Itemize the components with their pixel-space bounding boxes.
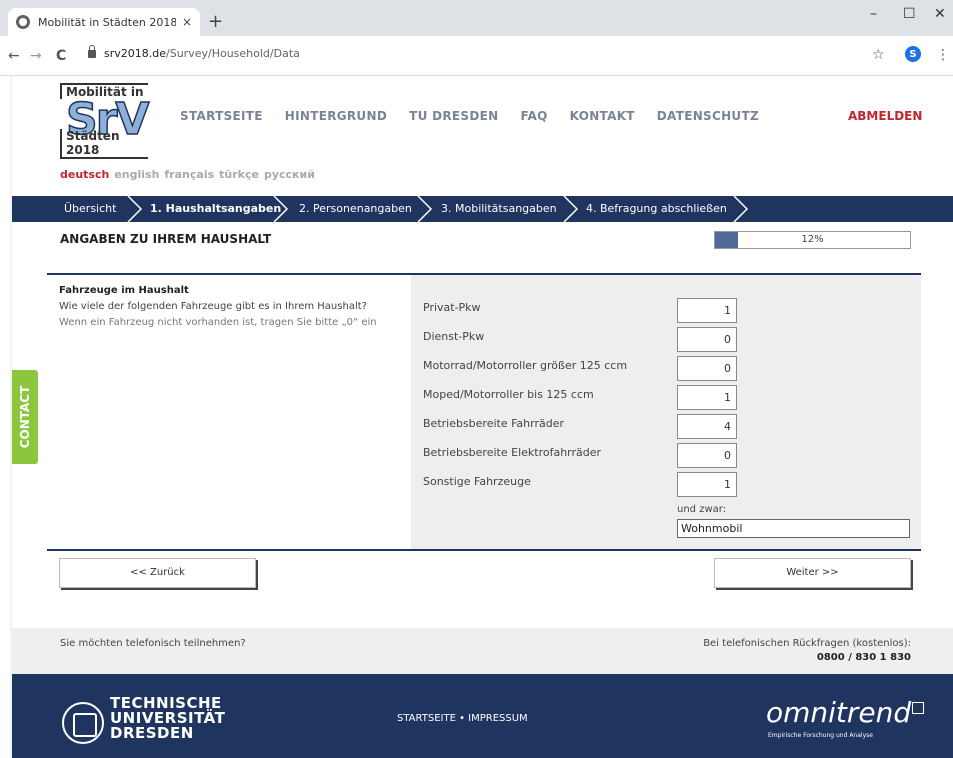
browser-tab-strip: Mobilität in Städten 2018 × + – ☐ ✕ bbox=[0, 0, 953, 36]
chevron-right-icon bbox=[127, 196, 143, 222]
step-household[interactable]: 1. Haushaltsangaben bbox=[150, 196, 281, 222]
logout-link[interactable]: ABMELDEN bbox=[848, 109, 922, 123]
profile-avatar[interactable]: S bbox=[905, 46, 921, 62]
lang-deutsch[interactable]: deutsch bbox=[60, 168, 109, 181]
back-button[interactable]: << Zurück bbox=[59, 558, 256, 588]
vehicle-label: Privat-Pkw bbox=[423, 301, 481, 314]
nav-item-tu-dresden[interactable]: TU DRESDEN bbox=[409, 109, 498, 123]
tud-logo-icon[interactable] bbox=[62, 702, 104, 744]
browser-tab[interactable]: Mobilität in Städten 2018 × bbox=[8, 8, 200, 36]
lock-icon bbox=[88, 45, 96, 58]
chevron-right-icon bbox=[733, 196, 749, 222]
progress-bar: 12% bbox=[714, 231, 911, 249]
omnitrend-square-icon bbox=[912, 702, 924, 714]
close-window-button[interactable]: ✕ bbox=[934, 6, 946, 22]
lang-francais[interactable]: français bbox=[164, 168, 214, 181]
hotline-label: Bei telefonischen Rückfragen (kostenlos)… bbox=[703, 638, 911, 649]
step-finish[interactable]: 4. Befragung abschließen bbox=[586, 196, 727, 222]
vehicle-count-input[interactable] bbox=[677, 414, 737, 439]
omnitrend-tagline: Empirische Forschung und Analyse bbox=[768, 732, 873, 739]
vehicle-count-input[interactable] bbox=[677, 327, 737, 352]
address-bar: ← → C srv2018.de/Survey/Household/Data bbox=[0, 36, 953, 76]
vehicle-label: Moped/Motorroller bis 125 ccm bbox=[423, 388, 594, 401]
other-vehicle-label: und zwar: bbox=[677, 504, 727, 515]
step-mobility[interactable]: 3. Mobilitätsangaben bbox=[441, 196, 557, 222]
vehicle-label: Dienst-Pkw bbox=[423, 330, 485, 343]
new-tab-button[interactable]: + bbox=[208, 11, 223, 32]
vehicle-count-input[interactable] bbox=[677, 356, 737, 381]
chevron-right-icon bbox=[417, 196, 433, 222]
nav-item-faq[interactable]: FAQ bbox=[520, 109, 547, 123]
main-nav: STARTSEITE HINTERGRUND TU DRESDEN FAQ KO… bbox=[180, 109, 759, 123]
contact-tab-label: CONTACT bbox=[18, 385, 32, 449]
phone-info-bar: Sie möchten telefonisch teilnehmen? Bei … bbox=[12, 628, 953, 674]
other-vehicle-input[interactable] bbox=[677, 519, 910, 538]
chevron-right-icon bbox=[563, 196, 579, 222]
hotline-number: 0800 / 830 1 830 bbox=[816, 652, 911, 663]
close-tab-icon[interactable]: × bbox=[182, 15, 192, 29]
question-text: Wie viele der folgenden Fahrzeuge gibt e… bbox=[59, 301, 367, 312]
question-title: Fahrzeuge im Haushalt bbox=[59, 285, 189, 296]
step-navigation: Übersicht 1. Haushaltsangaben 2. Persone… bbox=[12, 196, 953, 222]
omnitrend-logo[interactable]: omnitrend bbox=[766, 696, 911, 729]
next-button[interactable]: Weiter >> bbox=[714, 558, 911, 588]
minimize-button[interactable]: – bbox=[870, 6, 877, 22]
nav-item-startseite[interactable]: STARTSEITE bbox=[180, 109, 263, 123]
vehicle-inputs-panel: Privat-Pkw Dienst-Pkw Motorrad/Motorroll… bbox=[411, 275, 921, 549]
vehicle-count-input[interactable] bbox=[677, 385, 737, 410]
reload-icon[interactable]: C bbox=[56, 48, 66, 64]
contact-tab[interactable]: CONTACT bbox=[12, 370, 38, 464]
hotline-info: Bei telefonischen Rückfragen (kostenlos)… bbox=[703, 638, 911, 663]
forward-icon[interactable]: → bbox=[30, 48, 42, 64]
vehicle-label: Sonstige Fahrzeuge bbox=[423, 475, 531, 488]
vehicle-label: Motorrad/Motorroller größer 125 ccm bbox=[423, 359, 628, 372]
lang-english[interactable]: english bbox=[114, 168, 159, 181]
nav-item-datenschutz[interactable]: DATENSCHUTZ bbox=[657, 109, 759, 123]
vehicle-count-input[interactable] bbox=[677, 443, 737, 468]
back-icon[interactable]: ← bbox=[8, 48, 20, 64]
vehicle-count-input[interactable] bbox=[677, 298, 737, 323]
question-hint: Wenn ein Fahrzeug nicht vorhanden ist, t… bbox=[59, 317, 377, 328]
vehicle-label: Betriebsbereite Fahrräder bbox=[423, 417, 565, 430]
phone-participation-link[interactable]: Sie möchten telefonisch teilnehmen? bbox=[60, 638, 246, 649]
browser-menu-icon[interactable]: ⋮ bbox=[936, 47, 950, 63]
question-text-panel: Fahrzeuge im Haushalt Wie viele der folg… bbox=[47, 275, 411, 549]
vehicle-count-input[interactable] bbox=[677, 472, 737, 497]
url-field[interactable]: srv2018.de/Survey/Household/Data bbox=[88, 40, 910, 70]
language-switcher: deutsch english français türkçe русский bbox=[60, 168, 315, 181]
tab-title: Mobilität in Städten 2018 bbox=[38, 15, 176, 29]
tud-logo-text[interactable]: TECHNISCHE UNIVERSITÄT DRESDEN bbox=[110, 696, 225, 741]
bookmark-star-icon[interactable]: ☆ bbox=[872, 47, 885, 63]
logo-bottom-text: Städten 2018 bbox=[60, 129, 148, 159]
footer-links[interactable]: STARTSEITE • IMPRESSUM bbox=[397, 713, 528, 724]
progress-label: 12% bbox=[801, 234, 824, 245]
chevron-right-icon bbox=[273, 196, 289, 222]
step-overview[interactable]: Übersicht bbox=[64, 196, 116, 222]
nav-item-kontakt[interactable]: KONTAKT bbox=[570, 109, 635, 123]
nav-item-hintergrund[interactable]: HINTERGRUND bbox=[285, 109, 387, 123]
step-persons[interactable]: 2. Personenangaben bbox=[299, 196, 412, 222]
vehicle-label: Betriebsbereite Elektrofahrräder bbox=[423, 446, 602, 459]
page-title: ANGABEN ZU IHREM HAUSHALT bbox=[60, 232, 272, 246]
maximize-button[interactable]: ☐ bbox=[903, 6, 916, 22]
footer: TECHNISCHE UNIVERSITÄT DRESDEN STARTSEIT… bbox=[12, 674, 953, 758]
question-block: Fahrzeuge im Haushalt Wie viele der folg… bbox=[47, 273, 921, 551]
srv-logo[interactable]: Mobilität in SrV Städten 2018 bbox=[60, 83, 150, 161]
lang-turkce[interactable]: türkçe bbox=[219, 168, 259, 181]
tud-line: DRESDEN bbox=[110, 724, 194, 742]
lang-russian[interactable]: русский bbox=[264, 168, 315, 181]
globe-icon bbox=[16, 15, 30, 29]
url-text: srv2018.de/Survey/Household/Data bbox=[104, 47, 300, 60]
